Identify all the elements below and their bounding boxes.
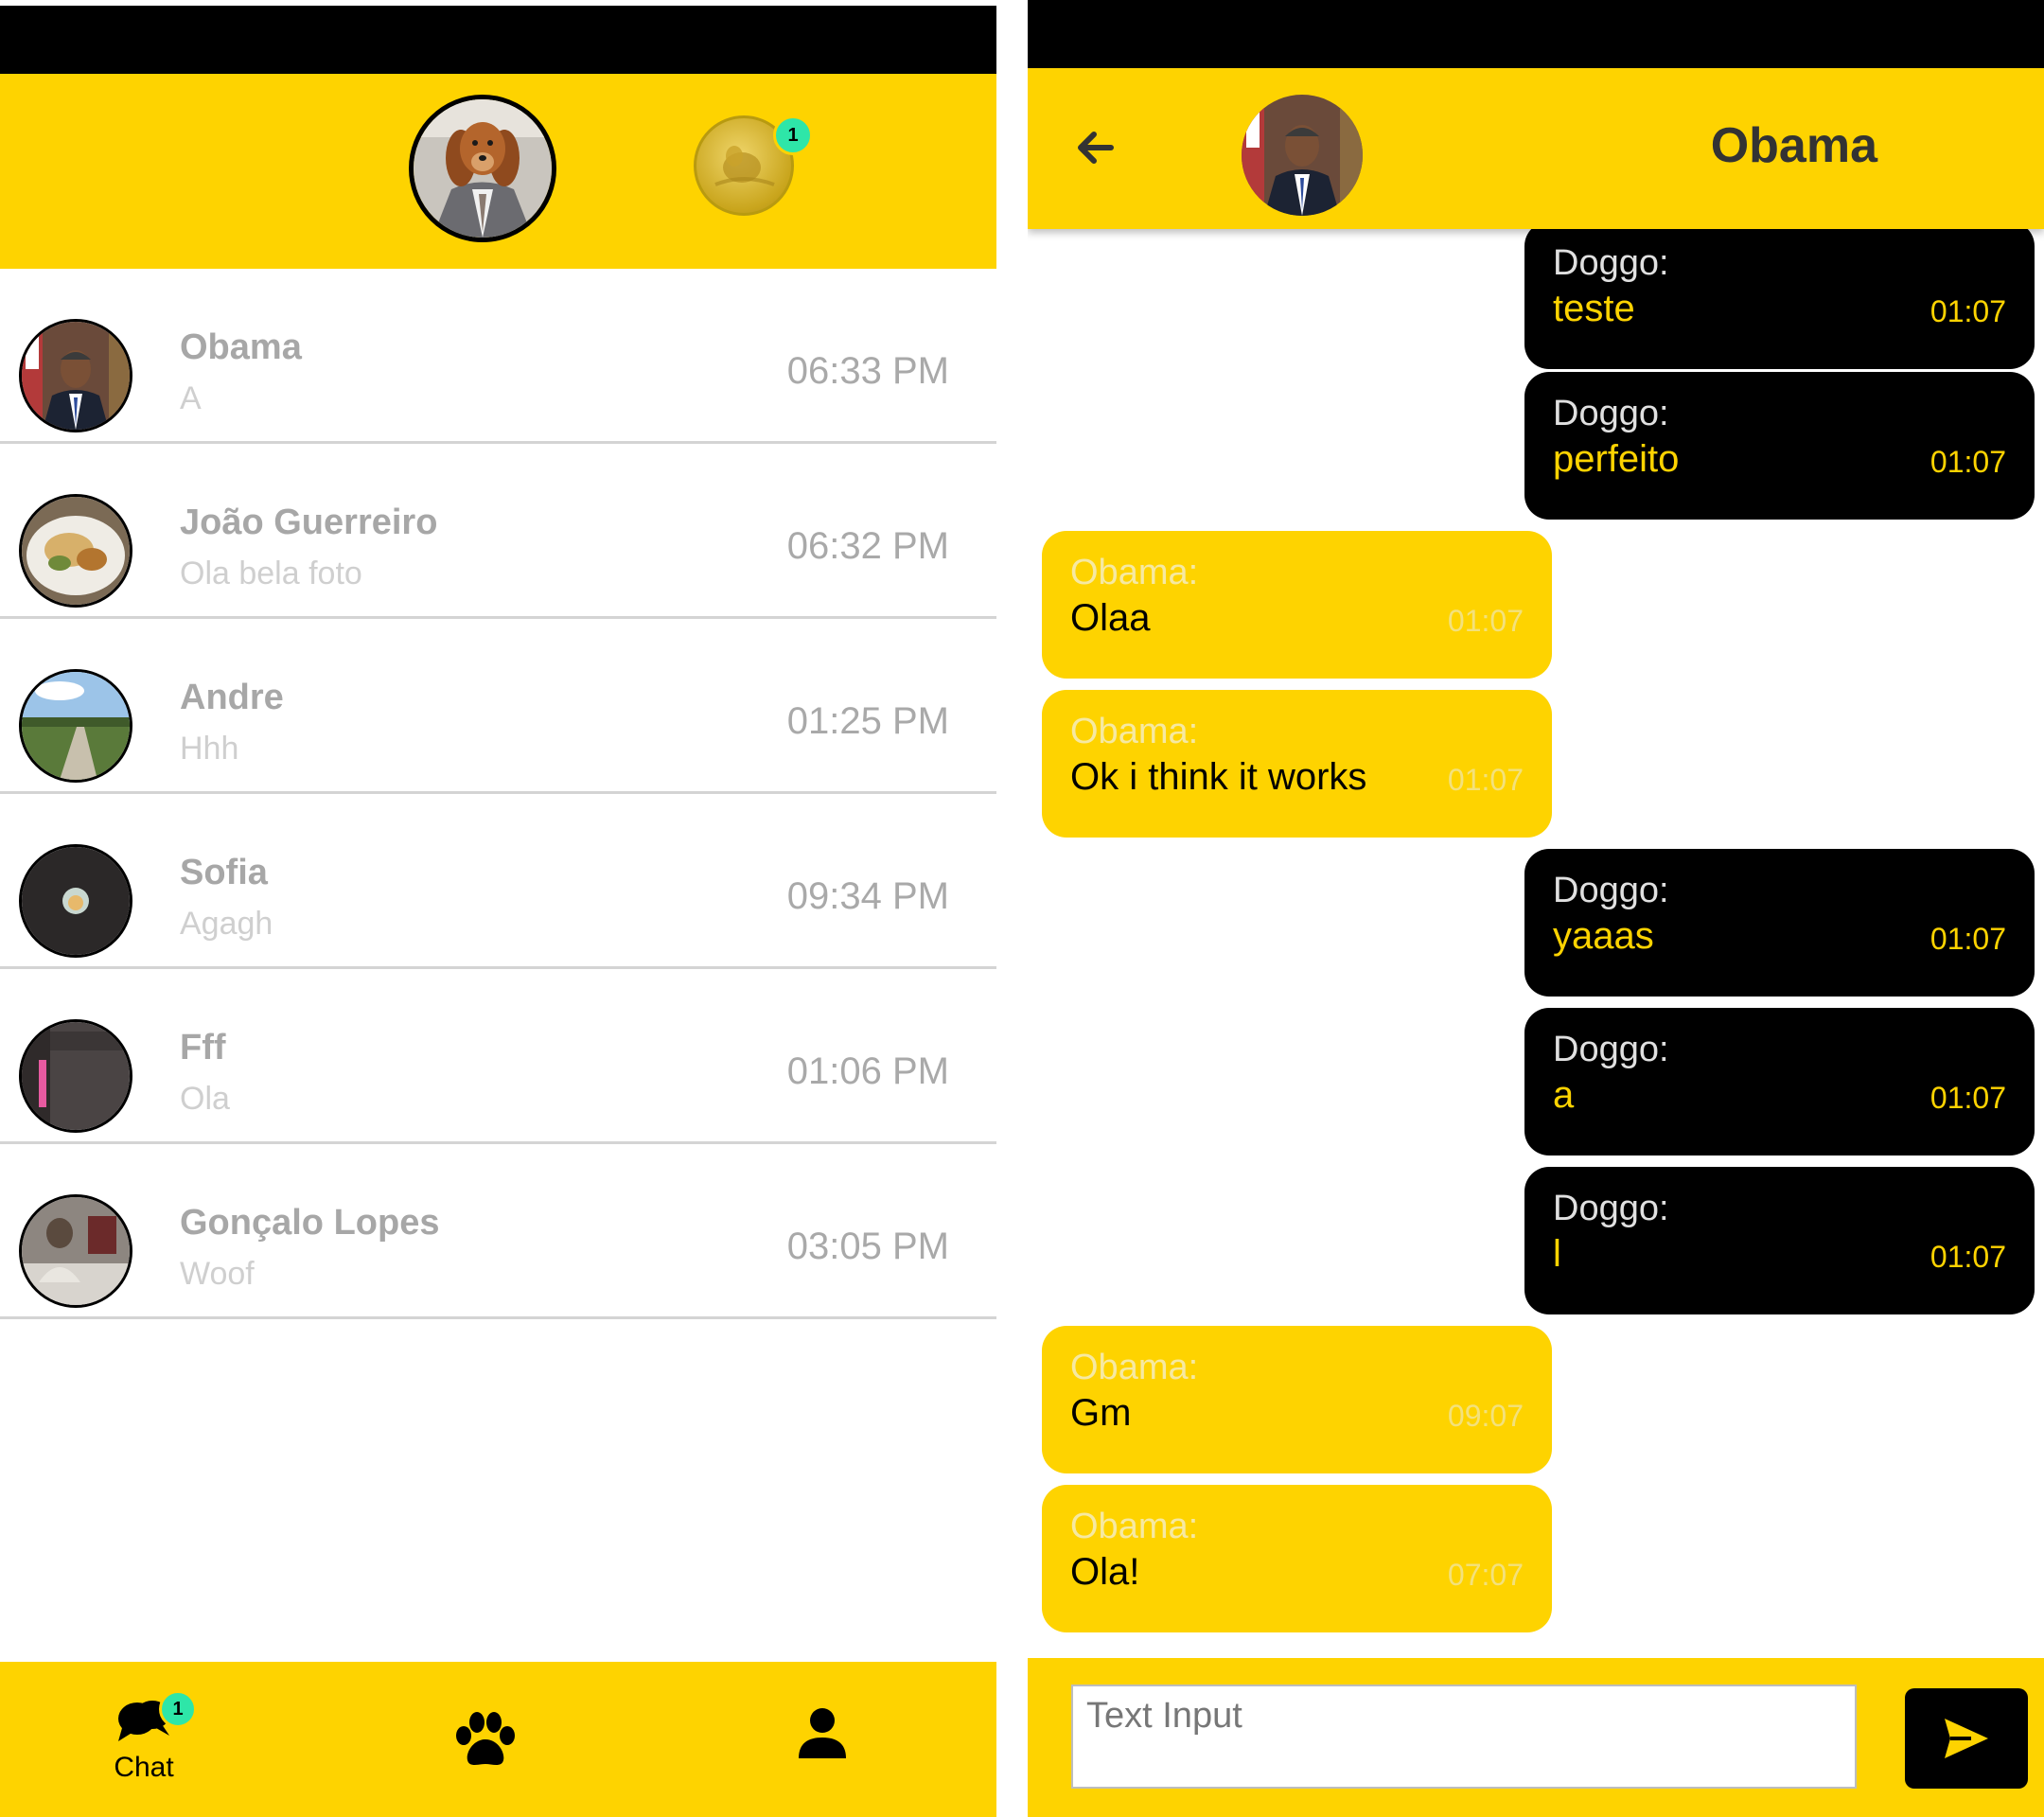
landscape-photo <box>22 672 130 780</box>
nav-chat-label: Chat <box>114 1752 174 1783</box>
message-bubble-sent: Doggo: l 01:07 <box>1524 1167 2035 1314</box>
message-bubble-sent: Doggo: teste 01:07 <box>1524 221 2035 369</box>
food-photo <box>22 497 130 605</box>
message-bubble-received: Obama: Olaa 01:07 <box>1042 531 1552 679</box>
message-time: 01:07 <box>1929 1081 2006 1115</box>
dark-photo <box>22 847 130 955</box>
chat-list: Obama A 06:33 PM João Guerreiro Ola bela… <box>0 269 996 1319</box>
chat-last-message: Ola <box>180 1081 230 1117</box>
nav-chat-badge: 1 <box>159 1690 197 1728</box>
avatar <box>19 319 132 432</box>
chat-time: 06:32 PM <box>786 525 949 567</box>
chat-time: 01:06 PM <box>786 1050 949 1092</box>
message-list: Doggo: teste 01:07 Doggo: perfeito 01:07… <box>1028 221 2044 1658</box>
my-dog-avatar[interactable] <box>409 95 556 242</box>
status-bar <box>1028 0 2044 68</box>
bottom-navigation: Chat 1 <box>0 1662 996 1817</box>
avatar <box>19 1019 132 1133</box>
message-sender: Doggo: <box>1553 243 1669 283</box>
avatar <box>19 844 132 958</box>
send-button[interactable] <box>1905 1688 2028 1789</box>
message-time: 07:07 <box>1447 1558 1524 1592</box>
message-bubble-sent: Doggo: perfeito 01:07 <box>1524 372 2035 520</box>
message-sender: Obama: <box>1070 1348 1199 1387</box>
message-sender: Doggo: <box>1553 871 1669 910</box>
message-sender: Obama: <box>1070 553 1199 592</box>
message-composer <box>1028 1658 2044 1817</box>
chat-name: Gonçalo Lopes <box>180 1203 440 1243</box>
stories-header: 1 <box>0 74 996 269</box>
nav-profile-tab[interactable] <box>797 1707 848 1763</box>
chat-item-obama[interactable]: Obama A 06:33 PM <box>0 269 996 444</box>
person-icon <box>799 1708 846 1758</box>
conversation-header: Obama <box>1028 68 2044 229</box>
chat-item-goncalo-lopes[interactable]: Gonçalo Lopes Woof 03:05 PM <box>0 1144 996 1319</box>
avatar <box>19 494 132 608</box>
message-time: 01:07 <box>1929 445 2006 479</box>
dog-in-suit-photo <box>414 99 552 238</box>
chat-last-message: Ola bela foto <box>180 556 362 591</box>
status-bar <box>0 6 996 74</box>
chat-item-andre[interactable]: Andre Hhh 01:25 PM <box>0 619 996 794</box>
message-sender: Obama: <box>1070 712 1199 751</box>
contact-avatar[interactable] <box>1242 95 1363 216</box>
nav-chat-tab[interactable]: Chat 1 <box>104 1690 197 1784</box>
notification-badge: 1 <box>773 115 813 155</box>
chat-last-message: A <box>180 380 202 416</box>
message-time: 01:07 <box>1929 922 2006 956</box>
chat-last-message: Hhh <box>180 731 239 767</box>
message-sender: Doggo: <box>1553 1030 1669 1069</box>
chat-time: 09:34 PM <box>786 875 949 917</box>
obama-photo <box>1242 95 1363 216</box>
message-sender: Obama: <box>1070 1507 1199 1546</box>
chat-item-fff[interactable]: Fff Ola 01:06 PM <box>0 969 996 1144</box>
chat-name: João Guerreiro <box>180 503 438 542</box>
message-sender: Doggo: <box>1553 1189 1669 1228</box>
avatar <box>19 1194 132 1308</box>
message-sender: Doggo: <box>1553 394 1669 433</box>
back-button[interactable] <box>1067 119 1124 176</box>
chat-item-joao-guerreiro[interactable]: João Guerreiro Ola bela foto 06:32 PM <box>0 444 996 619</box>
paw-icon <box>456 1712 515 1765</box>
nav-pets-tab[interactable] <box>452 1711 519 1774</box>
chat-name: Sofia <box>180 853 268 892</box>
message-time: 09:07 <box>1447 1399 1524 1433</box>
chat-time: 06:33 PM <box>786 350 949 392</box>
message-time: 01:07 <box>1447 763 1524 797</box>
message-time: 01:07 <box>1929 1240 2006 1274</box>
chat-time: 03:05 PM <box>786 1226 949 1267</box>
obama-photo <box>22 322 130 430</box>
chat-last-message: Agagh <box>180 906 273 942</box>
contact-name: Obama <box>1710 118 1877 173</box>
arrow-left-icon <box>1078 132 1114 164</box>
message-bubble-sent: Doggo: yaaas 01:07 <box>1524 849 2035 997</box>
desk-photo <box>22 1022 130 1130</box>
chat-item-sofia[interactable]: Sofia Agagh 09:34 PM <box>0 794 996 969</box>
message-bubble-sent: Doggo: a 01:07 <box>1524 1008 2035 1155</box>
chat-last-message: Woof <box>180 1256 255 1292</box>
chat-name: Andre <box>180 678 284 717</box>
message-time: 01:07 <box>1929 294 2006 328</box>
message-bubble-received: Obama: Ola! 07:07 <box>1042 1485 1552 1632</box>
message-bubble-received: Obama: Ok i think it works 01:07 <box>1042 690 1552 838</box>
send-icon <box>1945 1719 1988 1758</box>
chat-name: Obama <box>180 327 302 367</box>
chat-time: 01:25 PM <box>786 700 949 742</box>
avatar <box>19 669 132 783</box>
conversation-screen: Obama Doggo: teste 01:07 Doggo: perfeito… <box>1028 0 2044 1817</box>
message-input[interactable] <box>1071 1685 1857 1789</box>
chat-name: Fff <box>180 1028 226 1067</box>
message-bubble-received: Obama: Gm 09:07 <box>1042 1326 1552 1473</box>
chat-list-screen: 1 Obama A 06:33 PM João Guerreiro Ola be… <box>0 0 996 1817</box>
message-time: 01:07 <box>1447 604 1524 638</box>
person-photo <box>22 1197 130 1305</box>
